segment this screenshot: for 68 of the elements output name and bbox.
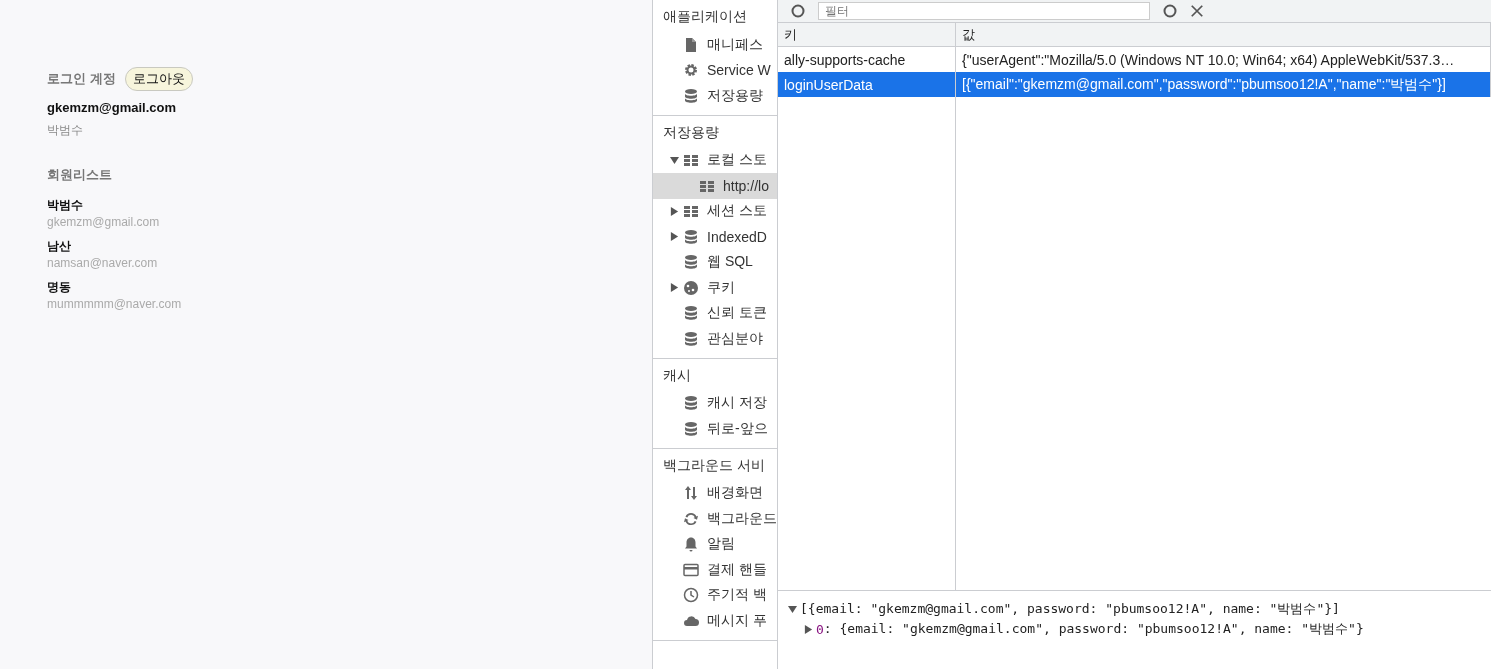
sidebar-item[interactable]: 저장용량 bbox=[653, 83, 777, 109]
sidebar-item[interactable]: 알림 bbox=[653, 531, 777, 557]
member-name: 남산 bbox=[47, 238, 72, 255]
sidebar-item[interactable]: http://lo bbox=[653, 173, 777, 199]
sidebar-item[interactable]: 뒤로-앞으 bbox=[653, 416, 777, 442]
member-list-title: 회원리스트 bbox=[47, 166, 113, 184]
database-icon bbox=[683, 420, 699, 437]
section-title: 저장용량 bbox=[662, 122, 720, 142]
database-icon bbox=[683, 228, 699, 245]
sidebar-item[interactable]: 신뢰 토큰 bbox=[653, 300, 777, 326]
expand-arrow-icon[interactable] bbox=[670, 232, 679, 241]
sidebar-item[interactable]: Service W bbox=[653, 57, 777, 83]
preview-text: : {email: "gkemzm@gmail.com", password: "pbumsoo12!A", name: "박범수"} bbox=[823, 620, 1364, 638]
column-header[interactable]: 키 bbox=[778, 23, 956, 47]
sidebar-item[interactable]: IndexedD bbox=[653, 224, 777, 250]
array-index: 0 bbox=[816, 621, 824, 637]
card-icon bbox=[683, 561, 699, 578]
clear-icon[interactable] bbox=[1162, 3, 1178, 19]
bell-icon bbox=[683, 536, 699, 553]
sidebar-item[interactable]: 매니페스 bbox=[653, 32, 777, 58]
user-email: gkemzm@gmail.com bbox=[47, 100, 177, 115]
sidebar-item[interactable]: 결제 핸들 bbox=[653, 557, 777, 583]
section-title: 캐시 bbox=[662, 365, 692, 385]
key-cell[interactable]: loginUserData bbox=[778, 72, 956, 97]
database-icon bbox=[683, 87, 699, 104]
database-icon bbox=[683, 395, 699, 412]
user-name: 박범수 bbox=[47, 122, 84, 139]
expand-arrow-icon[interactable] bbox=[804, 624, 813, 634]
expand-arrow-icon[interactable] bbox=[670, 283, 679, 292]
member-email: gkemzm@gmail.com bbox=[47, 215, 161, 229]
logout-button[interactable]: 로그아웃 bbox=[124, 67, 193, 91]
arrows-icon bbox=[683, 485, 699, 502]
collapse-arrow-icon[interactable] bbox=[670, 155, 679, 165]
section-title: 백그라운드 서비 bbox=[662, 455, 766, 475]
grid-icon bbox=[683, 152, 699, 169]
database-icon bbox=[683, 254, 699, 271]
member-name: 박범수 bbox=[47, 197, 84, 214]
member-email: namsan@naver.com bbox=[47, 256, 159, 270]
sidebar-item[interactable]: 메시지 푸 bbox=[653, 608, 777, 634]
cookie-icon bbox=[683, 279, 699, 296]
sidebar-item[interactable]: 배경화면 bbox=[653, 480, 777, 506]
sidebar-item[interactable]: 캐시 저장 bbox=[653, 390, 777, 416]
section-title: 애플리케이션 bbox=[662, 7, 748, 26]
database-icon bbox=[683, 305, 699, 322]
column-header[interactable]: 값 bbox=[956, 23, 1491, 47]
sync-icon bbox=[683, 510, 699, 527]
close-icon[interactable] bbox=[1190, 4, 1204, 18]
database-icon bbox=[683, 330, 699, 347]
grid-icon bbox=[683, 203, 699, 220]
filter-field[interactable]: 필터 bbox=[818, 2, 1150, 20]
settings-icon bbox=[683, 62, 699, 79]
refresh-icon[interactable] bbox=[790, 3, 806, 19]
collapse-arrow-icon[interactable] bbox=[788, 604, 797, 614]
sidebar-item[interactable]: 주기적 백 bbox=[653, 582, 777, 608]
clock-icon bbox=[683, 587, 699, 604]
member-email: mummmmm@naver.com bbox=[47, 297, 183, 311]
login-label: 로그인 계정 bbox=[47, 70, 116, 88]
sidebar-item[interactable]: 로컬 스토 bbox=[653, 147, 777, 173]
file-icon bbox=[683, 36, 699, 53]
value-cell[interactable]: [{"email":"gkemzm@gmail.com","password":"pbumsoo12!A","name":"박범수"}] bbox=[956, 72, 1491, 97]
sidebar-item[interactable]: 쿠키 bbox=[653, 275, 777, 301]
preview-text: [{email: "gkemzm@gmail.com", password: "pbumsoo12!A", name: "박범수"}] bbox=[800, 600, 1340, 618]
sidebar-item[interactable]: 세션 스토 bbox=[653, 198, 777, 224]
sidebar-item[interactable]: 웹 SQL bbox=[653, 249, 777, 275]
member-name: 명동 bbox=[47, 279, 72, 296]
sidebar-item[interactable]: 백그라운드 bbox=[653, 506, 777, 532]
sidebar-item[interactable]: 관심분야 bbox=[653, 326, 777, 352]
expand-arrow-icon[interactable] bbox=[670, 206, 679, 216]
